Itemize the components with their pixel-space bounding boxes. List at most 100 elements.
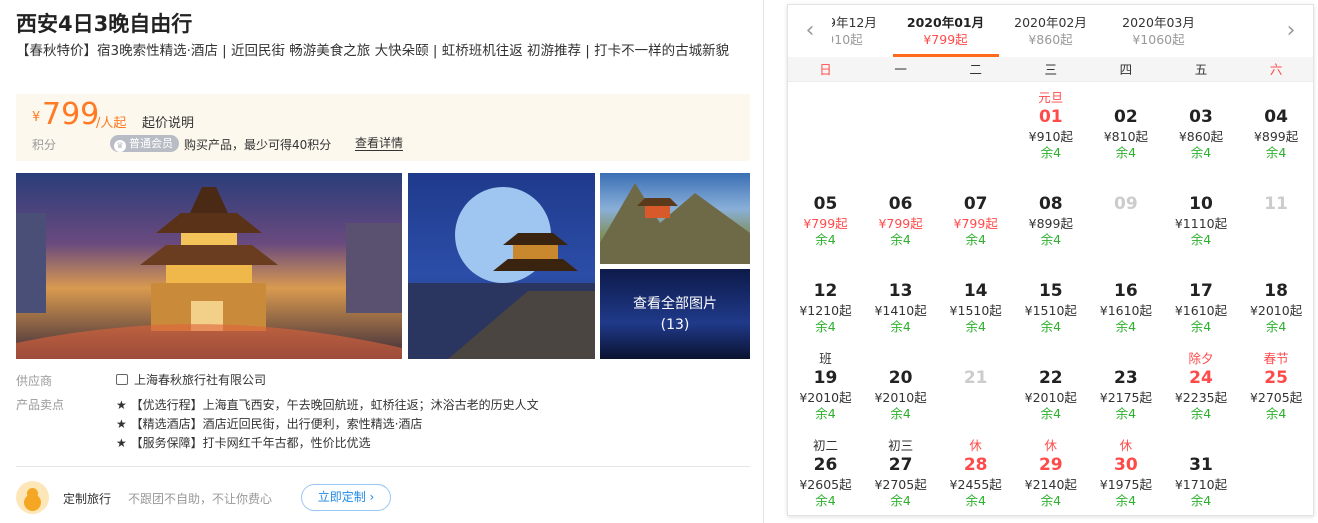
weekday-label: 三 xyxy=(1044,62,1058,77)
price-box: ¥ 799 /人起 起价说明 积分 ♛ 普通会员 购买产品，最少可得40积分 查看… xyxy=(16,94,750,161)
day-price: ¥2605起 xyxy=(799,477,852,492)
price-currency: ¥ xyxy=(32,110,41,125)
day-holiday-tag: 初二 xyxy=(812,438,838,453)
day-price: ¥2705起 xyxy=(1249,390,1303,405)
calendar-day-cell[interactable]: 04 ¥899起 余4 xyxy=(1239,90,1313,177)
day-holiday-tag: 班 xyxy=(819,351,832,366)
calendar-day-cell[interactable]: 15 ¥1510起 余4 xyxy=(1013,264,1088,351)
view-all-photos-label: 查看全部图片 xyxy=(633,296,717,312)
crown-icon: ♛ xyxy=(114,140,126,152)
day-number: 05 xyxy=(813,194,838,214)
day-stock: 余4 xyxy=(1040,145,1062,160)
day-number: 06 xyxy=(888,194,913,214)
photo-moon-tower[interactable] xyxy=(408,173,595,359)
calendar-day-cell[interactable]: 14 ¥1510起 余4 xyxy=(938,264,1013,351)
day-number: 02 xyxy=(1114,107,1138,127)
day-number: 20 xyxy=(888,368,913,388)
price-calendar: ‹ 2019年12月 ¥910起 2020年01月 ¥799起 2020年02月… xyxy=(787,4,1314,516)
calendar-day-cell[interactable]: 02 ¥810起 余4 xyxy=(1088,90,1163,177)
calendar-day-cell[interactable]: 10 ¥1110起 余4 xyxy=(1164,177,1239,264)
calendar-day-cell[interactable]: 元旦 01 ¥910起 余4 xyxy=(1013,90,1088,177)
photo-count: (13) xyxy=(660,317,690,333)
day-price: ¥2010起 xyxy=(874,390,927,405)
feature-item: ★ 【精选酒店】酒店近回民街，出行便利，索性精选·酒店 xyxy=(116,417,423,431)
calendar-day-cell[interactable]: 06 ¥799起 余4 xyxy=(863,177,938,264)
day-stock: 余4 xyxy=(890,406,911,421)
day-number: 17 xyxy=(1189,281,1213,301)
calendar-day-cell[interactable]: 08 ¥899起 余4 xyxy=(1013,177,1088,264)
vertical-divider xyxy=(763,0,764,523)
day-price: ¥2455起 xyxy=(949,477,1002,492)
calendar-day-cell[interactable]: 23 ¥2175起 余4 xyxy=(1088,351,1163,438)
roof-upper xyxy=(156,213,262,233)
building-right xyxy=(346,223,402,313)
calendar-day-cell[interactable]: 13 ¥1410起 余4 xyxy=(863,264,938,351)
calendar-day-cell[interactable]: 休 29 ¥2140起 余4 xyxy=(1013,438,1088,515)
features-label: 产品卖点 xyxy=(16,398,65,412)
day-holiday-tag: 休 xyxy=(1044,438,1058,453)
day-number: 10 xyxy=(1189,194,1213,214)
day-price: ¥899起 xyxy=(1028,216,1073,231)
day-number: 30 xyxy=(1114,455,1138,475)
month-tab-price: ¥860起 xyxy=(1028,32,1073,47)
calendar-day-cell[interactable]: 03 ¥860起 余4 xyxy=(1164,90,1239,177)
photo-bell-tower[interactable] xyxy=(16,173,402,359)
calendar-day-cell[interactable]: 春节 25 ¥2705起 余4 xyxy=(1239,351,1313,438)
tower-upper-hall xyxy=(181,233,237,245)
day-price: ¥2010起 xyxy=(1249,303,1303,318)
photo-mountain-pavilion[interactable] xyxy=(600,173,750,264)
calendar-day-cell[interactable]: 初三 27 ¥2705起 余4 xyxy=(863,438,938,515)
calendar-day-cell[interactable]: 初二 26 ¥2605起 余4 xyxy=(788,438,863,515)
day-number: 29 xyxy=(1038,455,1063,475)
product-panel: 西安4日3晚自由行 【春秋特价】宿3晚索性精选·酒店 | 近回民街 畅游美食之旅… xyxy=(16,0,750,523)
calendar-day-cell[interactable]: 12 ¥1210起 余4 xyxy=(788,264,863,351)
points-detail-link[interactable]: 查看详情 xyxy=(355,136,404,151)
month-tab-active[interactable]: 2020年01月 ¥799起 xyxy=(893,15,998,49)
calendar-day-cell[interactable]: 17 ¥1610起 余4 xyxy=(1164,264,1239,351)
calendar-day-cell[interactable]: 班 19 ¥2010起 余4 xyxy=(788,351,863,438)
day-number: 07 xyxy=(963,194,988,214)
day-stock: 余4 xyxy=(1265,406,1287,421)
calendar-day-cell[interactable]: 05 ¥799起 余4 xyxy=(788,177,863,264)
day-stock: 余4 xyxy=(1190,493,1212,508)
day-number: 18 xyxy=(1264,281,1288,301)
day-stock: 余4 xyxy=(965,232,986,247)
member-badge: ♛ 普通会员 xyxy=(110,135,179,152)
prev-month-button[interactable]: ‹ xyxy=(788,5,832,57)
view-all-photos-button[interactable]: 查看全部图片 (13) xyxy=(600,269,750,359)
calendar-day-cell[interactable]: 07 ¥799起 余4 xyxy=(938,177,1013,264)
product-title: 西安4日3晚自由行 xyxy=(16,12,193,36)
supplier[interactable]: 上海春秋旅行社有限公司 xyxy=(116,371,266,388)
calendar-day-cell[interactable]: 22 ¥2010起 余4 xyxy=(1013,351,1088,438)
day-stock: 余4 xyxy=(1040,232,1062,247)
day-number: 28 xyxy=(963,455,988,475)
calendar-day-cell[interactable]: 31 ¥1710起 余4 xyxy=(1164,438,1239,515)
day-price: ¥1610起 xyxy=(1174,303,1228,318)
day-price: ¥899起 xyxy=(1253,129,1299,144)
calendar-day-cell[interactable]: 16 ¥1610起 余4 xyxy=(1088,264,1163,351)
calendar-day-cell[interactable]: 20 ¥2010起 余4 xyxy=(863,351,938,438)
day-number: 15 xyxy=(1038,281,1063,301)
day-holiday-tag: 除夕 xyxy=(1188,351,1214,366)
month-tab[interactable]: 2020年02月 ¥860起 xyxy=(998,15,1103,49)
calendar-day-cell[interactable]: 休 30 ¥1975起 余4 xyxy=(1088,438,1163,515)
month-tab-name: 2020年01月 xyxy=(906,15,985,30)
calendar-day-cell[interactable]: 除夕 24 ¥2235起 余4 xyxy=(1164,351,1239,438)
month-tab[interactable]: 2020年03月 ¥1060起 xyxy=(1106,15,1211,49)
member-badge-label: 普通会员 xyxy=(129,137,173,150)
day-price: ¥2705起 xyxy=(874,477,927,492)
light-trails xyxy=(16,324,402,359)
month-tab-price: ¥1060起 xyxy=(1132,32,1185,47)
day-stock: 余4 xyxy=(965,319,986,334)
custom-travel-button[interactable]: 立即定制 › xyxy=(301,484,391,511)
day-number: 13 xyxy=(888,281,913,301)
day-price: ¥1410起 xyxy=(874,303,927,318)
next-month-button[interactable]: › xyxy=(1269,5,1313,57)
day-holiday-tag: 元旦 xyxy=(1038,90,1064,105)
price-explain-link[interactable]: 起价说明 xyxy=(142,112,194,131)
weekday-label: 二 xyxy=(969,62,982,77)
calendar-day-cell: 09 xyxy=(1088,177,1163,264)
calendar-day-cell[interactable]: 休 28 ¥2455起 余4 xyxy=(938,438,1013,515)
calendar-day-cell[interactable]: 18 ¥2010起 余4 xyxy=(1239,264,1313,351)
day-stock: 余4 xyxy=(815,319,836,334)
